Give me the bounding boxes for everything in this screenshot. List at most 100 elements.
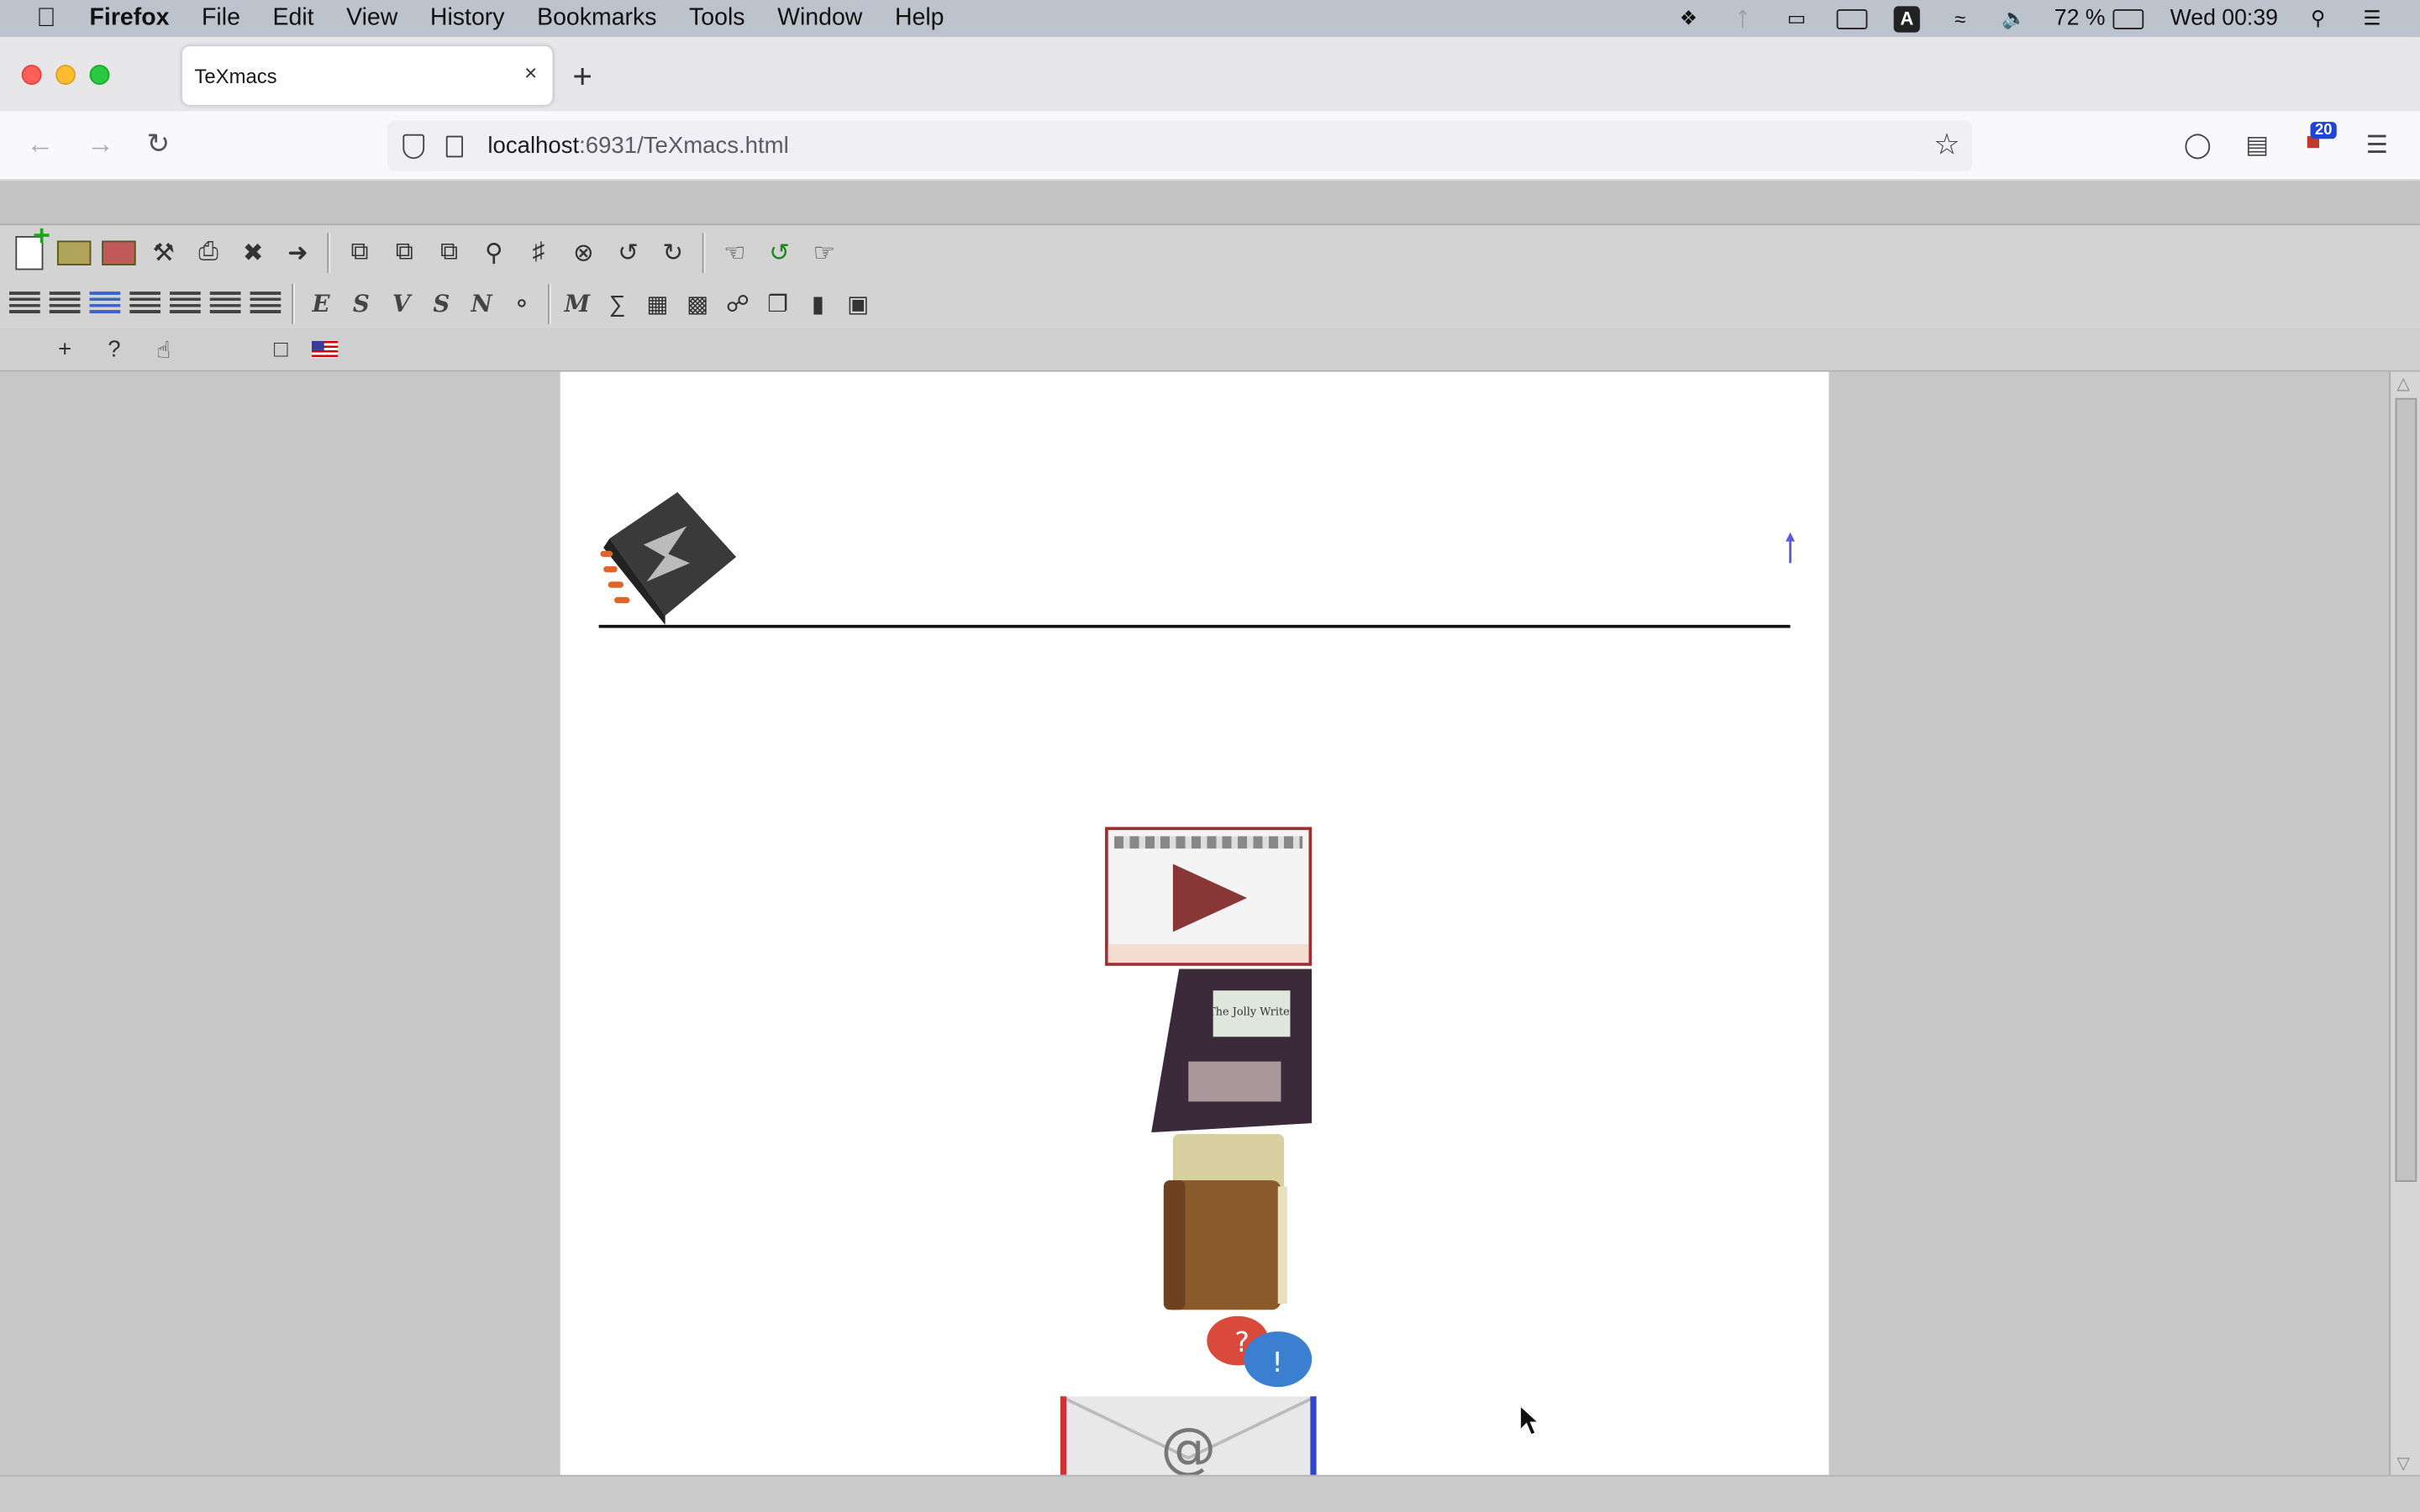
print-icon[interactable]: ⎙: [188, 232, 229, 272]
undo-icon[interactable]: ↺: [608, 232, 649, 272]
battery-percent[interactable]: 72 %: [2054, 6, 2106, 30]
refresh-icon[interactable]: ↺: [760, 232, 800, 272]
wifi-icon[interactable]: ≈: [1946, 7, 1974, 30]
fraction-icon[interactable]: ∑: [599, 286, 636, 323]
menu-edit[interactable]: Edit: [272, 5, 313, 33]
input-source-icon[interactable]: A: [1893, 5, 1920, 32]
animation-icon[interactable]: ▮: [799, 286, 836, 323]
app-menu-firefox[interactable]: Firefox: [90, 5, 170, 33]
align-right-icon[interactable]: [87, 286, 124, 323]
play-icon[interactable]: [1172, 864, 1248, 932]
menu-view[interactable]: View: [346, 5, 397, 33]
help-bubbles[interactable]: ? !: [1204, 1313, 1315, 1394]
align-center-icon[interactable]: [46, 286, 83, 323]
redo-icon[interactable]: ↻: [653, 232, 693, 272]
reader-view-icon[interactable]: ▤: [2245, 129, 2269, 160]
math-mode-icon[interactable]: M: [559, 286, 596, 323]
go-back-icon[interactable]: ☜: [714, 232, 755, 272]
battery-meter-icon[interactable]: [1836, 8, 1868, 29]
find-icon[interactable]: ⚲: [474, 232, 514, 272]
url-bar[interactable]: localhost:6931/TeXmacs.html ☆: [387, 120, 1973, 171]
scroll-thumb[interactable]: [2395, 397, 2417, 1182]
justify-icon[interactable]: [127, 286, 164, 323]
volume-icon[interactable]: 🔈: [2000, 6, 2028, 29]
plus-icon[interactable]: +: [46, 331, 83, 368]
preferences-icon[interactable]: ✖: [233, 232, 273, 272]
save-document-icon[interactable]: [99, 232, 139, 272]
books[interactable]: [1158, 1133, 1294, 1310]
link-icon[interactable]: ☍: [719, 286, 756, 323]
thumb-icon[interactable]: ☝: [145, 331, 182, 368]
header-rule: [598, 624, 1791, 627]
menu-window[interactable]: Window: [777, 5, 862, 33]
question-icon[interactable]: ?: [96, 331, 133, 368]
scroll-down-arrow-icon[interactable]: ▽: [2396, 1453, 2410, 1473]
page-info-icon[interactable]: [445, 134, 464, 157]
us-flag-icon[interactable]: [312, 340, 339, 359]
window-minimize-button[interactable]: [55, 65, 76, 86]
vertical-scrollbar[interactable]: △ ▽: [2389, 371, 2420, 1475]
window-zoom-button[interactable]: [89, 65, 110, 86]
page-icon[interactable]: □: [262, 331, 299, 368]
name-icon[interactable]: N: [463, 286, 500, 323]
spell-icon[interactable]: ⊗: [563, 232, 603, 272]
control-center-icon[interactable]: ☰: [2358, 6, 2386, 29]
app-menu-icon[interactable]: ☰: [2366, 129, 2388, 160]
strong-icon[interactable]: S: [343, 286, 380, 323]
dropbox-icon[interactable]: ❖: [1675, 6, 1702, 29]
align-left-icon[interactable]: [6, 286, 43, 323]
mail-envelope[interactable]: @: [1060, 1396, 1317, 1475]
apple-menu-icon[interactable]: : [31, 3, 62, 34]
bookmark-star-icon[interactable]: ☆: [1933, 128, 1960, 163]
svg-text:The Jolly Writer: The Jolly Writer: [1208, 1006, 1296, 1019]
tag-icon[interactable]: ⚬: [503, 286, 540, 323]
emphasize-icon[interactable]: E: [302, 286, 339, 323]
table-icon[interactable]: ▦: [639, 286, 676, 323]
url-text[interactable]: localhost:6931/TeXmacs.html: [487, 133, 788, 159]
session-icon[interactable]: ▣: [839, 286, 876, 323]
context-toolbar: + ? ☝ □: [0, 328, 2420, 372]
build-icon[interactable]: ⚒: [144, 232, 184, 272]
menu-history[interactable]: History: [430, 5, 505, 33]
enumerate-icon[interactable]: [207, 286, 244, 323]
window-close-button[interactable]: [21, 65, 42, 86]
multi-page-icon[interactable]: ❐: [760, 286, 797, 323]
scroll-up-arrow-icon[interactable]: △: [2396, 373, 2410, 393]
indent-icon[interactable]: [247, 286, 284, 323]
pin-icon[interactable]: [1782, 532, 1797, 564]
tab-close-icon[interactable]: ×: [524, 60, 537, 85]
sans-serif-icon[interactable]: S: [423, 286, 460, 323]
export-icon[interactable]: ➜: [278, 232, 318, 272]
tab-texmacs[interactable]: TeXmacs ×: [182, 46, 553, 105]
pocket-icon[interactable]: ◯: [2184, 129, 2212, 160]
verbatim-icon[interactable]: V: [383, 286, 420, 323]
replace-icon[interactable]: ♯: [518, 232, 559, 272]
tracking-protection-icon[interactable]: [402, 133, 425, 159]
itemize-icon[interactable]: [166, 286, 203, 323]
clock[interactable]: Wed 00:39: [2170, 6, 2278, 30]
paste-icon[interactable]: ⧉: [429, 232, 470, 272]
main-toolbar: ⚒ ⎙ ✖ ➜ ⧉ ⧉ ⧉ ⚲ ♯ ⊗ ↺ ↻ ☜ ↺ ☞: [0, 223, 2420, 280]
video-thumbnail[interactable]: [1105, 827, 1313, 966]
menu-file[interactable]: File: [202, 5, 240, 33]
cut-icon[interactable]: ⧉: [384, 232, 424, 272]
menu-bookmarks[interactable]: Bookmarks: [537, 5, 656, 33]
image-icon[interactable]: ▩: [679, 286, 716, 323]
new-document-icon[interactable]: [9, 232, 50, 272]
reload-icon[interactable]: ↻: [146, 128, 170, 160]
menu-help[interactable]: Help: [895, 5, 944, 33]
new-tab-button[interactable]: +: [572, 57, 592, 97]
airplay-icon[interactable]: ▭: [1783, 6, 1811, 29]
forward-arrow-icon[interactable]: →: [87, 128, 114, 160]
open-document-icon[interactable]: [54, 232, 94, 272]
back-arrow-icon[interactable]: ←: [26, 128, 54, 160]
menu-tools[interactable]: Tools: [689, 5, 744, 33]
spotlight-icon[interactable]: ⚲: [2304, 6, 2332, 29]
jolly-writer-book[interactable]: The Jolly Writer: [1151, 969, 1313, 1133]
go-forward-icon[interactable]: ☞: [804, 232, 844, 272]
toolbar-separator: [548, 283, 551, 324]
battery-icon[interactable]: [2112, 8, 2144, 29]
copy-icon[interactable]: ⧉: [339, 232, 380, 272]
svg-text:!: !: [1271, 1346, 1282, 1378]
bluetooth-icon[interactable]: ᛏ: [1728, 7, 1756, 30]
